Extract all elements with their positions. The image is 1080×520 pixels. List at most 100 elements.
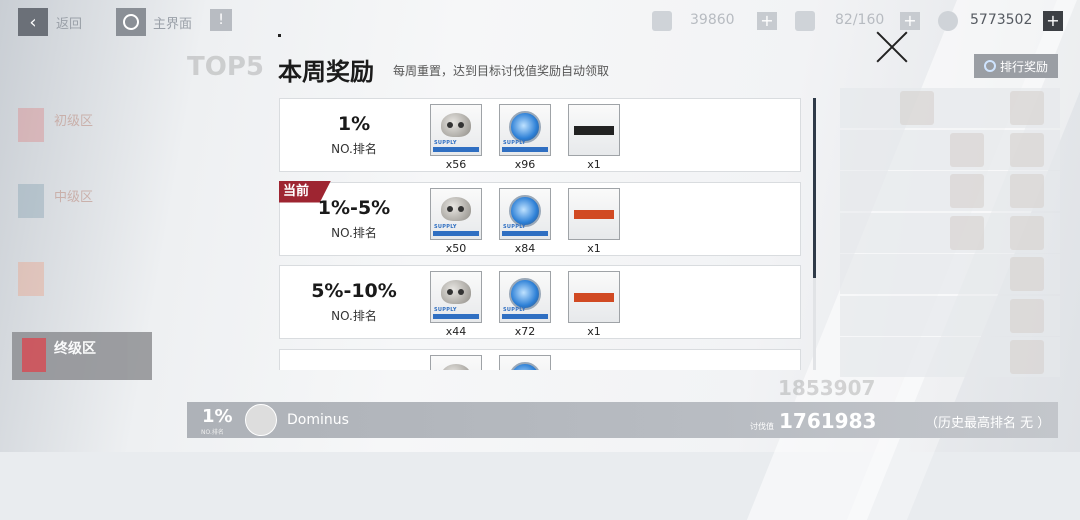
item-count: x84 <box>514 241 536 255</box>
reward-tier: 1% NO.排名 SUPPLY x56 SUPPLY x96 x1 <box>279 98 801 172</box>
skull-icon <box>441 280 471 304</box>
coin-icon <box>938 11 958 31</box>
item-box <box>568 187 620 240</box>
reward-tier-list[interactable]: 1% NO.排名 SUPPLY x56 SUPPLY x96 x1 当前 1%-… <box>279 98 801 370</box>
nameplate-icon <box>574 293 614 302</box>
item-count: x72 <box>514 325 536 338</box>
tier-rank-label: NO.排名 <box>331 142 377 156</box>
item-box: SUPPLY <box>430 271 482 323</box>
title-marker <box>278 34 281 37</box>
item-box: SUPPLY <box>499 271 551 323</box>
rank-reward-label: 排行奖励 <box>999 59 1048 74</box>
reward-item[interactable] <box>430 354 482 370</box>
item-count: x1 <box>587 158 601 171</box>
reward-item[interactable]: x1 <box>568 187 620 256</box>
player-name: Dominus <box>287 412 349 428</box>
item-box: SUPPLY <box>430 187 482 240</box>
avatar <box>950 132 984 167</box>
zone-item-intermediate[interactable]: 中级区 <box>18 180 138 222</box>
item-box <box>430 354 482 370</box>
player-rank-label: NO.排名 <box>201 429 224 436</box>
tier-rank: 1% <box>337 113 371 135</box>
supply-label: SUPPLY <box>503 223 526 230</box>
back-label[interactable]: 返回 <box>56 13 82 32</box>
close-icon[interactable] <box>876 30 910 64</box>
supply-bar <box>502 230 548 236</box>
rank-reward-button[interactable]: 排行奖励 <box>974 54 1058 78</box>
item-count: x1 <box>587 241 601 255</box>
coin-count: 5773502 <box>970 12 1033 28</box>
add-tickets-button[interactable]: + <box>900 12 920 30</box>
tier-rank-label: NO.排名 <box>331 309 377 323</box>
reward-item[interactable]: SUPPLY x84 <box>499 187 551 256</box>
avatar <box>1010 174 1044 208</box>
zone-item-beginner[interactable]: 初级区 <box>18 104 138 146</box>
zone-item-final[interactable]: 终级区 <box>12 332 152 380</box>
item-box: SUPPLY <box>499 187 551 240</box>
avatar <box>245 404 277 436</box>
supply-bar <box>433 147 479 152</box>
coin-icon <box>509 194 541 227</box>
supply-label: SUPPLY <box>434 223 457 230</box>
item-count: x50 <box>445 241 467 255</box>
reward-item[interactable]: SUPPLY x44 <box>430 271 482 339</box>
supply-bar <box>433 314 479 319</box>
item-box <box>568 104 620 156</box>
back-button[interactable]: ‹ <box>18 8 48 36</box>
reward-tier-current: 当前 1%-5% NO.排名 SUPPLY x50 SUPPLY x84 x1 <box>279 180 801 256</box>
score-label: 讨伐值 <box>750 422 774 431</box>
avatar <box>1010 132 1044 167</box>
supply-label: SUPPLY <box>503 140 526 146</box>
reward-item[interactable]: SUPPLY x56 <box>430 104 482 172</box>
shield-icon <box>18 262 44 296</box>
coin-icon <box>509 361 541 370</box>
zone-label: 初级区 <box>54 114 94 129</box>
zone-label: 终级区 <box>54 341 96 357</box>
chevron-left-icon: ‹ <box>29 11 37 33</box>
item-count: x96 <box>514 158 536 171</box>
player-rank-bar: 1% NO.排名 Dominus 讨伐值 1761983 （历史最高排名 无 ） <box>187 402 1058 438</box>
coin-icon <box>509 278 541 310</box>
avatar <box>1010 298 1044 333</box>
zone-label: 中级区 <box>54 190 94 205</box>
avatar <box>900 91 934 125</box>
reward-tier: 5%-10% NO.排名 SUPPLY x44 SUPPLY x72 x1 <box>279 265 801 339</box>
item-box: SUPPLY <box>499 104 551 156</box>
add-coins-button[interactable]: + <box>1043 11 1063 31</box>
modal-subtitle: 每周重置，达到目标讨伐值奖励自动领取 <box>393 64 610 78</box>
reward-item[interactable]: SUPPLY x96 <box>499 104 551 172</box>
item-count: x56 <box>445 158 467 171</box>
reward-item[interactable]: SUPPLY x50 <box>430 187 482 256</box>
supply-bar <box>502 314 548 319</box>
tier-rank: 1%-5% <box>317 196 391 219</box>
home-button[interactable] <box>116 8 146 36</box>
avatar <box>950 174 984 208</box>
skull-icon <box>441 363 471 370</box>
avatar <box>1010 257 1044 291</box>
tier-rank: 5%-10% <box>311 280 397 302</box>
skull-icon <box>441 113 471 137</box>
reward-item[interactable]: x1 <box>568 104 620 172</box>
nameplate-icon <box>574 126 614 135</box>
zone-item-advanced[interactable] <box>18 258 138 300</box>
modal-title: 本周奖励 <box>278 58 374 86</box>
item-count: x1 <box>587 325 601 338</box>
star-badge-icon <box>22 338 46 372</box>
item-box: SUPPLY <box>430 104 482 156</box>
reward-item[interactable]: x1 <box>568 271 620 339</box>
supply-bar <box>502 147 548 152</box>
reward-item[interactable] <box>499 354 551 370</box>
avatar <box>1010 91 1044 125</box>
scrollbar-thumb[interactable] <box>813 98 816 278</box>
player-score: 1761983 <box>779 409 877 433</box>
avatar <box>1010 340 1044 374</box>
skull-icon <box>441 196 471 221</box>
player-rank: 1% <box>202 406 233 427</box>
reward-item[interactable]: SUPPLY x72 <box>499 271 551 339</box>
home-icon <box>123 14 139 30</box>
item-count: x44 <box>445 325 467 338</box>
item-box <box>568 271 620 323</box>
shield-icon <box>18 108 44 142</box>
reward-tier <box>279 348 801 370</box>
avatar <box>950 215 984 250</box>
